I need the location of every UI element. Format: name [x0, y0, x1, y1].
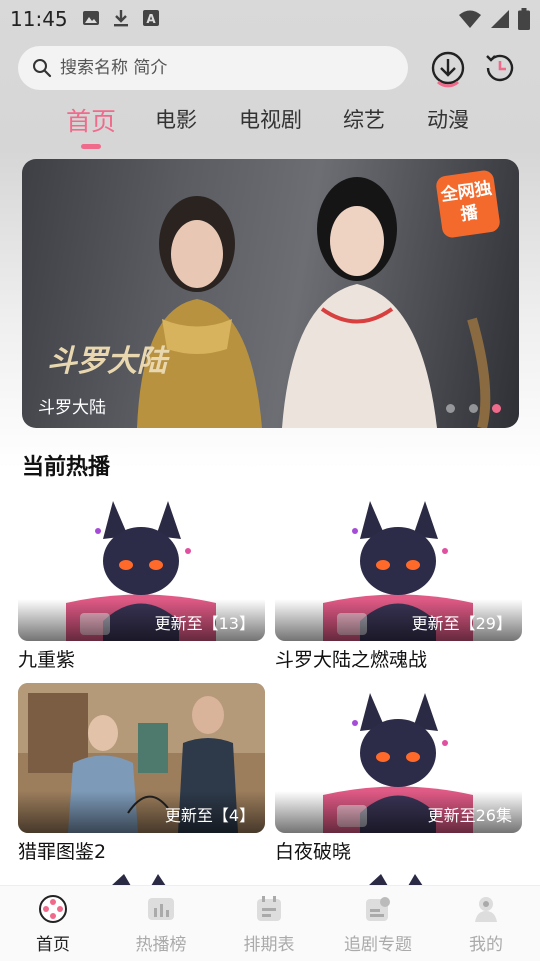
- nav-label: 排期表: [243, 935, 295, 955]
- download-icon[interactable]: [428, 48, 468, 88]
- nav-label: 追剧专题: [344, 935, 412, 955]
- search-input[interactable]: [58, 57, 382, 79]
- tab-home[interactable]: 首页: [66, 102, 116, 138]
- signal-icon: [491, 10, 509, 28]
- section-title-now-playing: 当前热播: [22, 455, 111, 480]
- nav-label: 热播榜: [135, 935, 187, 955]
- image-icon: [83, 11, 99, 25]
- bottom-nav: 首页 热播榜 排期表 追剧专题 我的: [0, 885, 540, 961]
- video-thumbnail[interactable]: 更新至【13】: [18, 491, 265, 641]
- banner-logo-art: 斗罗大陆: [47, 344, 170, 379]
- tab-anime[interactable]: 动漫: [427, 104, 469, 134]
- nav-label: 首页: [36, 935, 70, 955]
- update-label: 更新至【29】: [411, 614, 512, 633]
- exclusive-badge: 全网独播: [434, 169, 502, 239]
- film-reel-icon: [39, 895, 67, 923]
- nav-schedule[interactable]: 排期表: [219, 894, 319, 955]
- nav-trending[interactable]: 热播榜: [111, 894, 211, 955]
- video-card[interactable]: 更新至【4】 猎罪图鉴2: [18, 683, 265, 864]
- topic-icon: [366, 897, 390, 921]
- update-label: 更新至【4】: [164, 806, 255, 825]
- search-icon: [33, 59, 52, 78]
- video-card[interactable]: 更新至【29】 斗罗大陆之燃魂战: [275, 491, 522, 672]
- tab-movies[interactable]: 电影: [155, 104, 197, 134]
- video-card[interactable]: 更新至26集 白夜破晓: [275, 683, 522, 864]
- video-title[interactable]: 斗罗大陆之燃魂战: [275, 645, 522, 672]
- carousel-dot[interactable]: [469, 404, 478, 413]
- tab-variety[interactable]: 综艺: [343, 104, 385, 134]
- wifi-icon: [459, 10, 481, 28]
- video-card[interactable]: 更新至【13】 九重紫: [18, 491, 265, 672]
- video-thumbnail[interactable]: 更新至【29】: [275, 491, 522, 641]
- tab-tv-series[interactable]: 电视剧: [239, 104, 302, 134]
- search-bar[interactable]: [18, 46, 408, 90]
- video-title[interactable]: 九重紫: [18, 645, 265, 672]
- category-tabs: 首页 电影 电视剧 综艺 动漫: [0, 100, 540, 150]
- banner-caption: 斗罗大陆: [38, 398, 106, 418]
- carousel-dot-active[interactable]: [492, 404, 501, 413]
- nav-home[interactable]: 首页: [3, 894, 103, 955]
- video-thumbnail[interactable]: 更新至26集: [275, 683, 522, 833]
- nav-topics[interactable]: 追剧专题: [328, 894, 428, 955]
- status-bar: 11:45 A: [0, 0, 540, 36]
- nav-profile[interactable]: 我的: [436, 894, 536, 955]
- calendar-icon: [257, 896, 281, 921]
- video-title[interactable]: 白夜破晓: [275, 837, 522, 864]
- carousel-dot[interactable]: [446, 404, 455, 413]
- update-label: 更新至26集: [427, 806, 512, 825]
- nav-label: 我的: [469, 935, 503, 955]
- user-icon: [475, 897, 497, 922]
- chart-icon: [148, 898, 174, 920]
- font-icon: A: [143, 10, 159, 26]
- carousel-dots: [446, 404, 501, 413]
- history-icon[interactable]: [480, 48, 520, 88]
- video-thumbnail[interactable]: 更新至【4】: [18, 683, 265, 833]
- banner-carousel[interactable]: 斗罗大陆 全网独播 斗罗大陆: [22, 159, 519, 428]
- update-label: 更新至【13】: [154, 614, 255, 633]
- status-time: 11:45: [10, 7, 68, 31]
- video-title[interactable]: 猎罪图鉴2: [18, 837, 265, 864]
- download-icon: [114, 10, 128, 27]
- tab-indicator: [81, 144, 101, 149]
- svg-text:A: A: [146, 12, 156, 26]
- battery-icon: [518, 8, 530, 30]
